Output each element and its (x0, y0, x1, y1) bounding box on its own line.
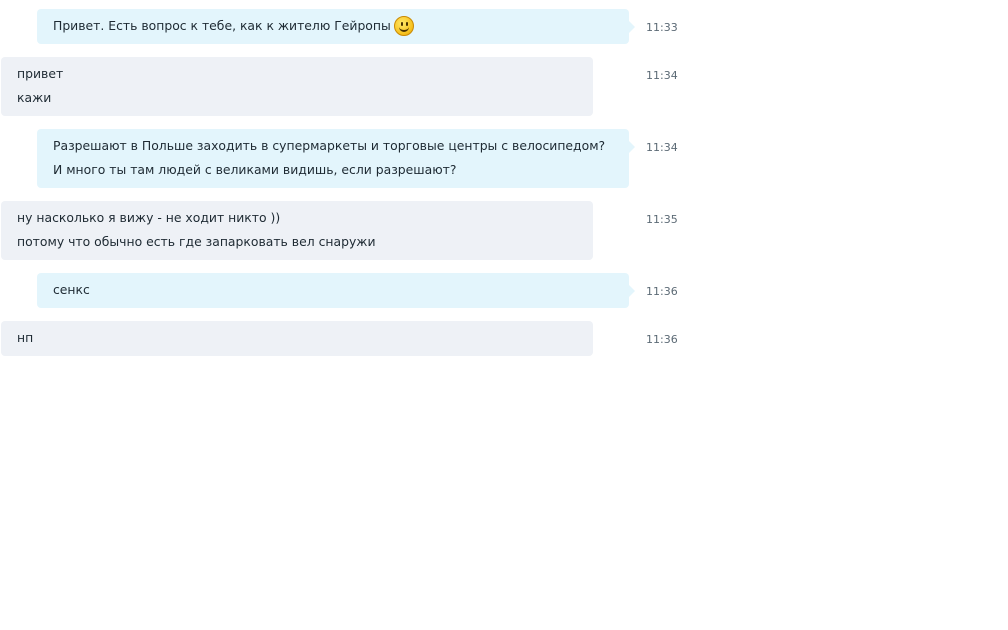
message-text: Привет. Есть вопрос к тебе, как к жителю… (53, 14, 613, 38)
message-text: кажи (17, 90, 52, 105)
message-text: сенкс (53, 282, 90, 297)
message-bubble-outgoing[interactable]: Разрешают в Польше заходить в супермарке… (37, 129, 635, 188)
message-bubble-outgoing[interactable]: Привет. Есть вопрос к тебе, как к жителю… (37, 9, 635, 44)
message-text: привет (17, 66, 64, 81)
message-bubble-incoming[interactable]: привет кажи (1, 57, 593, 116)
message-bubble-incoming[interactable]: ну насколько я вижу - не ходит никто )) … (1, 201, 593, 260)
message-bubble-outgoing[interactable]: сенкс (37, 273, 635, 308)
message-bubble-incoming[interactable]: нп (1, 321, 593, 356)
message-timestamp: 11:33 (646, 21, 678, 34)
message-timestamp: 11:34 (646, 141, 678, 154)
message-timestamp: 11:35 (646, 213, 678, 226)
message-timestamp: 11:36 (646, 285, 678, 298)
message-text: Разрешают в Польше заходить в супермарке… (53, 138, 606, 153)
message-text: нп (17, 330, 34, 345)
message-text: И много ты там людей с великами видишь, … (53, 162, 457, 177)
smiley-icon (393, 15, 414, 36)
message-timestamp: 11:34 (646, 69, 678, 82)
message-text: потому что обычно есть где запарковать в… (17, 234, 376, 249)
chat-history: Привет. Есть вопрос к тебе, как к жителю… (0, 0, 1008, 630)
message-timestamp: 11:36 (646, 333, 678, 346)
message-text: ну насколько я вижу - не ходит никто )) (17, 210, 281, 225)
